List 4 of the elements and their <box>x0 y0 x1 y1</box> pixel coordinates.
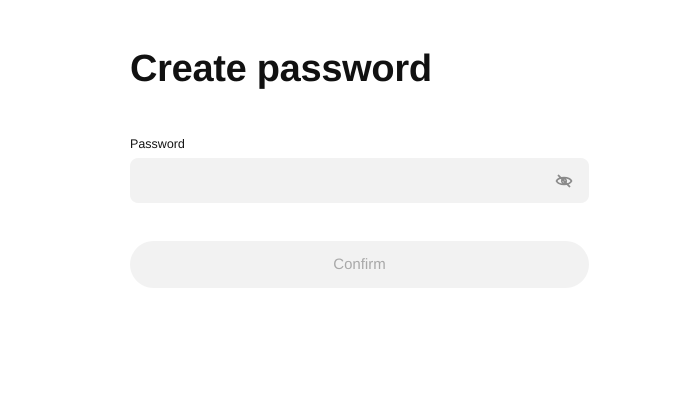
password-label: Password <box>130 137 185 152</box>
page-title: Create password <box>130 47 432 92</box>
eye-slash-icon[interactable] <box>555 172 573 190</box>
password-field[interactable] <box>130 158 589 203</box>
